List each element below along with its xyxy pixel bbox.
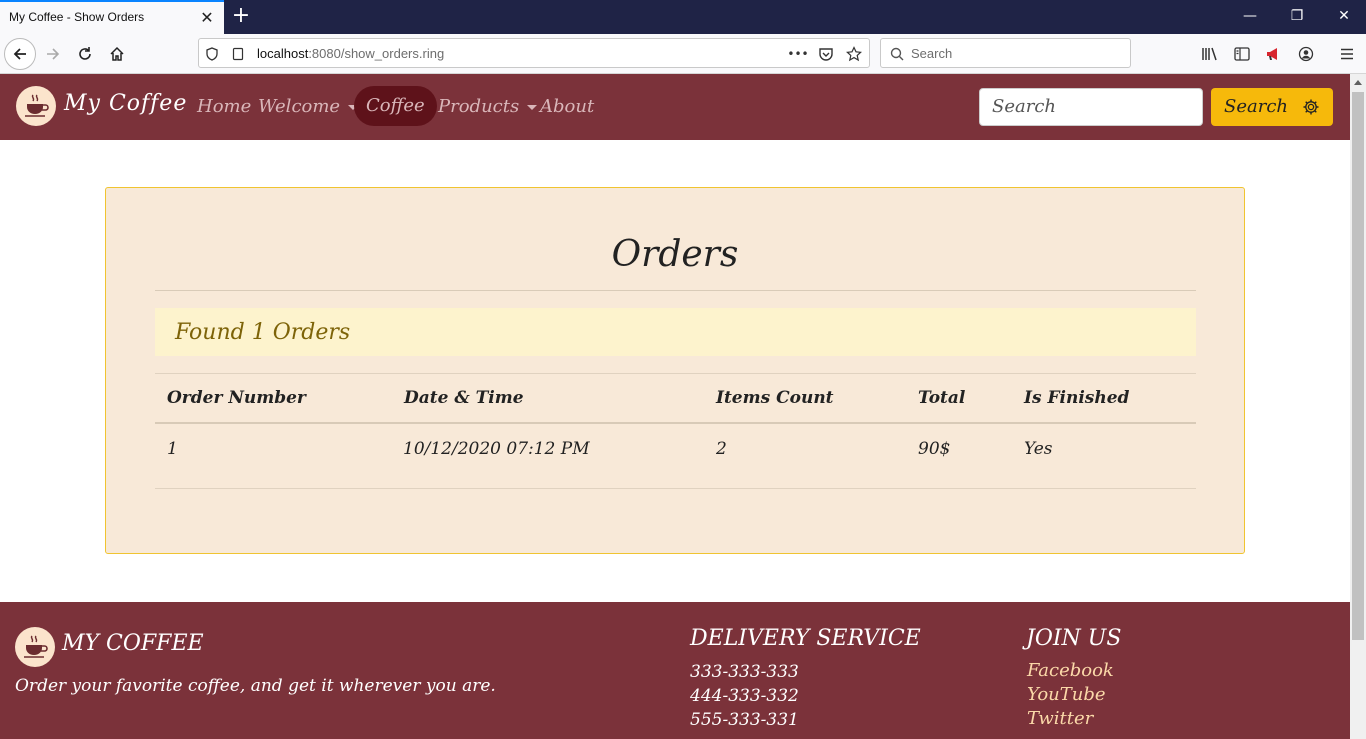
browser-titlebar: My Coffee - Show Orders ✕ + — ❐ ✕ [0,0,1366,34]
page-title: Orders [611,234,739,275]
column-header-order-number: Order Number [167,388,306,408]
title-divider [155,290,1196,291]
caret-down-icon [527,104,538,110]
cell-total: 90$ [918,439,951,459]
scrollbar-thumb[interactable] [1352,92,1364,640]
found-orders-alert: Found 1 Orders [155,308,1196,356]
gear-icon [1303,99,1319,115]
site-search-button-label: Search [1224,96,1288,117]
account-icon[interactable] [1296,44,1316,64]
arrow-right-icon [47,48,60,60]
nav-welcome-label: Welcome [258,96,341,117]
browser-tab-active[interactable]: My Coffee - Show Orders ✕ [0,0,224,34]
nav-products-label: Products [438,96,520,117]
back-button[interactable] [4,38,36,70]
pocket-icon[interactable] [817,45,835,63]
tab-close-icon[interactable]: ✕ [199,9,215,27]
cell-date-time: 10/12/2020 07:12 PM [403,439,590,459]
url-bar[interactable]: localhost:8080/show_orders.ring ••• [198,38,870,68]
coffee-cup-logo-icon [15,627,55,667]
orders-panel: Orders Found 1 Orders Order Number Date … [105,187,1245,554]
twitter-link[interactable]: Twitter [1027,708,1093,729]
new-tab-button[interactable]: + [231,5,251,27]
shield-icon[interactable] [203,45,221,63]
page-actions-icon[interactable]: ••• [787,45,808,63]
browser-toolbar: localhost:8080/show_orders.ring ••• Sear… [0,34,1366,74]
nav-coffee[interactable]: Coffee [354,86,437,126]
cell-items-count: 2 [716,439,727,459]
tab-title: My Coffee - Show Orders [9,10,145,24]
site-footer: MY COFFEE Order your favorite coffee, an… [0,602,1350,739]
nav-welcome-dropdown[interactable]: Welcome [258,96,359,117]
browser-search-bar[interactable]: Search [880,38,1131,68]
library-icon[interactable] [1200,44,1220,64]
url-text[interactable]: localhost:8080/show_orders.ring [257,46,444,61]
restore-button[interactable]: ❐ [1287,7,1307,25]
forward-button[interactable] [37,38,69,70]
home-icon [110,46,124,61]
nav-products-dropdown[interactable]: Products [438,96,538,117]
megaphone-icon[interactable] [1264,44,1284,64]
footer-tagline: Order your favorite coffee, and get it w… [15,676,496,696]
cell-order-number: 1 [167,439,178,459]
scroll-up-arrow-icon[interactable] [1350,74,1366,90]
site-search-input[interactable]: Search [979,88,1203,126]
table-bottom-border [155,488,1196,489]
delivery-phone: 555-333-331 [690,710,799,730]
nav-home[interactable]: Home [197,96,251,117]
window-close-button[interactable]: ✕ [1334,7,1354,25]
nav-about[interactable]: About [540,96,594,117]
browser-search-placeholder: Search [911,46,953,61]
arrow-left-icon [13,48,26,60]
table-top-border [155,373,1196,374]
found-orders-text: Found 1 Orders [175,320,351,345]
youtube-link[interactable]: YouTube [1027,684,1106,705]
coffee-cup-logo-icon[interactable] [16,86,56,126]
reload-icon [79,47,91,60]
delivery-phone: 444-333-332 [690,686,799,706]
delivery-phone: 333-333-333 [690,662,799,682]
reload-button[interactable] [69,38,101,70]
column-header-items-count: Items Count [716,388,834,408]
search-icon [890,46,904,65]
footer-brand: MY COFFEE [62,631,204,656]
url-host: localhost [257,46,309,61]
column-header-total: Total [918,388,966,408]
table-header-border [155,422,1196,424]
site-navbar: My Coffee Home Welcome Coffee Products A… [0,74,1350,140]
url-path: :8080/show_orders.ring [308,46,445,61]
delivery-heading: DELIVERY SERVICE [690,626,921,651]
site-brand[interactable]: My Coffee [64,91,187,116]
join-heading: JOIN US [1026,626,1122,651]
menu-icon[interactable] [1337,44,1357,64]
page-info-icon[interactable] [229,45,247,63]
cell-is-finished: Yes [1024,439,1053,459]
sidebar-icon[interactable] [1232,44,1252,64]
column-header-is-finished: Is Finished [1024,388,1130,408]
facebook-link[interactable]: Facebook [1027,660,1114,681]
home-button[interactable] [101,38,133,70]
minimize-button[interactable]: — [1240,7,1260,25]
column-header-date-time: Date & Time [404,388,524,408]
site-search-button[interactable]: Search [1211,88,1333,126]
bookmark-star-icon[interactable] [845,45,863,63]
